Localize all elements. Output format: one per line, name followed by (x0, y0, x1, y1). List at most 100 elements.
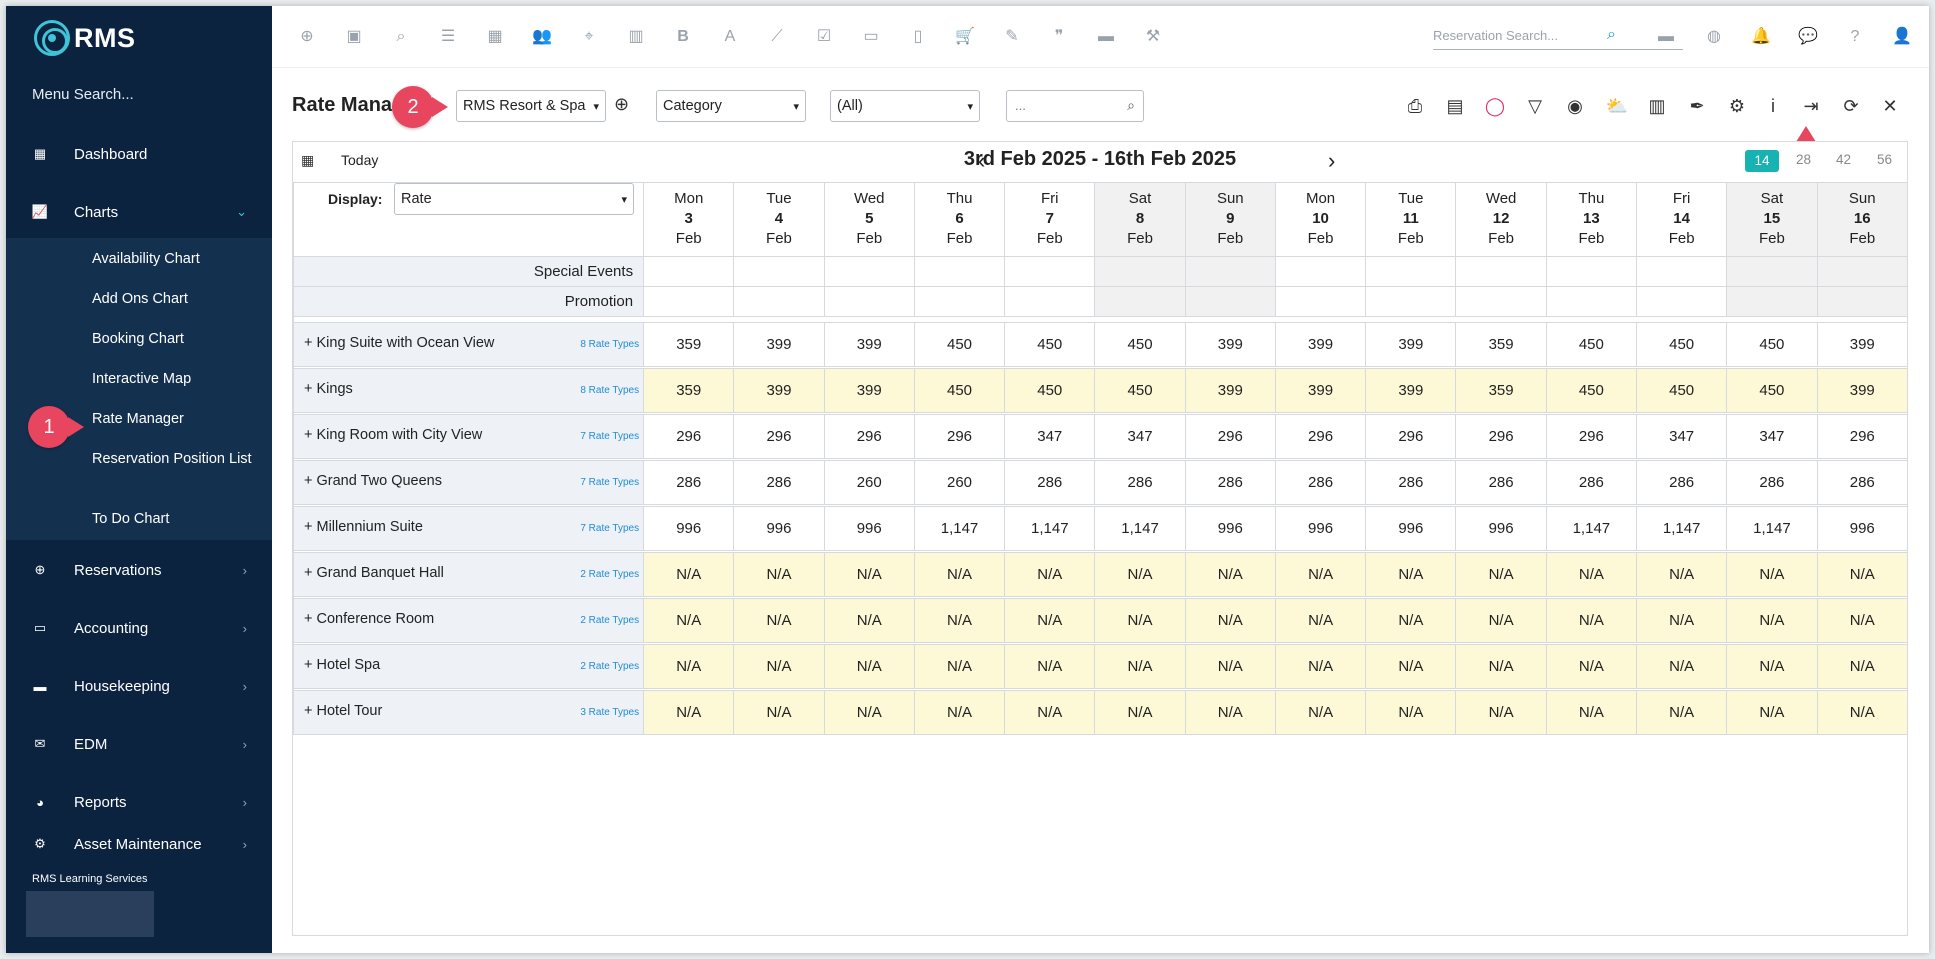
meta-cell[interactable] (1184, 256, 1276, 287)
rate-cell[interactable]: 286 (1635, 460, 1728, 505)
rate-cell[interactable]: N/A (1365, 552, 1457, 597)
grid-search-input[interactable]: ... ⌕ (1006, 90, 1144, 122)
rate-cell[interactable]: N/A (1274, 552, 1367, 597)
sidebar-item-edm[interactable]: ✉ EDM › (6, 724, 272, 764)
room-category-label[interactable]: + King Room with City View 7 Rate Types (292, 414, 645, 459)
rate-types-link[interactable]: 8 Rate Types (580, 339, 639, 350)
rate-cell[interactable]: 286 (733, 460, 825, 505)
rate-cell[interactable]: N/A (1184, 598, 1276, 643)
rate-cell[interactable]: 1,147 (1094, 506, 1186, 551)
search-icon[interactable]: ⌕ (390, 26, 412, 48)
sliders-icon[interactable]: ☰ (437, 26, 459, 48)
rate-cell[interactable]: 1,147 (913, 506, 1006, 551)
rate-cell[interactable]: 286 (643, 460, 735, 505)
rate-cell[interactable]: 286 (1274, 460, 1367, 505)
rate-cell[interactable]: 347 (1635, 414, 1728, 459)
rate-cell[interactable]: 1,147 (1635, 506, 1728, 551)
rate-cell[interactable]: 996 (1274, 506, 1367, 551)
meta-cell[interactable] (1365, 256, 1457, 287)
rate-cell[interactable]: N/A (1094, 552, 1186, 597)
rate-cell[interactable]: 450 (1094, 368, 1186, 413)
meta-cell[interactable] (1816, 286, 1909, 317)
guest-icon[interactable]: ◉ (1563, 94, 1587, 118)
room-category-label[interactable]: + Kings 8 Rate Types (292, 368, 645, 413)
rate-cell[interactable]: 450 (1635, 322, 1728, 367)
meta-cell[interactable] (1455, 286, 1547, 317)
guests-icon[interactable]: 👥 (531, 26, 553, 48)
rate-cell[interactable]: N/A (1816, 552, 1909, 597)
rate-cell[interactable]: N/A (733, 552, 825, 597)
rate-cell[interactable]: 450 (1545, 368, 1638, 413)
category-select[interactable]: Category ▾ (656, 90, 806, 122)
rate-cell[interactable]: 399 (823, 368, 915, 413)
meta-cell[interactable] (1365, 286, 1457, 317)
chat-icon[interactable]: 💬 (1797, 26, 1819, 48)
submenu-to-do-chart[interactable]: To Do Chart (92, 511, 262, 528)
room-category-label[interactable]: + Conference Room 2 Rate Types (292, 598, 645, 643)
rate-cell[interactable]: 1,147 (1726, 506, 1818, 551)
meta-cell[interactable] (1816, 256, 1909, 287)
meta-cell[interactable] (1094, 286, 1186, 317)
rate-cell[interactable]: 450 (1004, 322, 1096, 367)
rate-cell[interactable]: N/A (1184, 552, 1276, 597)
rate-cell[interactable]: N/A (1455, 690, 1547, 735)
rate-cell[interactable]: N/A (1004, 598, 1096, 643)
rate-cell[interactable]: 399 (1816, 322, 1909, 367)
rate-cell[interactable]: N/A (823, 644, 915, 689)
day-column-header[interactable]: Sun 16 Feb (1816, 182, 1909, 257)
rate-cell[interactable]: 359 (643, 368, 735, 413)
rate-types-link[interactable]: 2 Rate Types (580, 569, 639, 580)
day-column-header[interactable]: Tue 4 Feb (733, 182, 825, 257)
grid-icon[interactable]: ▦ (484, 26, 506, 48)
rate-cell[interactable]: 450 (913, 322, 1006, 367)
rate-cell[interactable]: N/A (1816, 690, 1909, 735)
print-icon[interactable]: ⎙ (1403, 94, 1427, 118)
rate-cell[interactable]: 399 (823, 322, 915, 367)
expand-icon[interactable]: + (304, 565, 317, 581)
rate-cell[interactable]: 399 (1365, 322, 1457, 367)
menu-search[interactable]: Menu Search... (32, 86, 134, 103)
rate-cell[interactable]: N/A (1545, 690, 1638, 735)
rate-cell[interactable]: N/A (1004, 690, 1096, 735)
meta-cell[interactable] (913, 256, 1006, 287)
rate-cell[interactable]: 399 (733, 368, 825, 413)
expand-icon[interactable]: + (304, 657, 317, 673)
search-icon[interactable]: ⌕ (1607, 26, 1616, 44)
rate-cell[interactable]: 296 (1816, 414, 1909, 459)
meta-cell[interactable] (823, 286, 915, 317)
rate-cell[interactable]: N/A (1455, 644, 1547, 689)
info-icon[interactable]: i (1761, 94, 1785, 118)
day-column-header[interactable]: Mon 3 Feb (643, 182, 735, 257)
rate-cell[interactable]: 399 (1816, 368, 1909, 413)
submenu-rate-manager[interactable]: Rate Manager (92, 411, 262, 428)
submenu-add-ons-chart[interactable]: Add Ons Chart (92, 291, 262, 308)
rate-cell[interactable]: 286 (1726, 460, 1818, 505)
rate-cell[interactable]: 296 (733, 414, 825, 459)
document-icon[interactable]: ▯ (907, 26, 929, 48)
card-icon[interactable]: ▭ (860, 26, 882, 48)
day-column-header[interactable]: Sat 8 Feb (1094, 182, 1186, 257)
rate-cell[interactable]: 286 (1004, 460, 1096, 505)
rate-cell[interactable]: 296 (1274, 414, 1367, 459)
rate-cell[interactable]: N/A (1365, 598, 1457, 643)
meta-cell[interactable] (823, 256, 915, 287)
rate-cell[interactable]: 359 (1455, 322, 1547, 367)
rate-cell[interactable]: N/A (1455, 552, 1547, 597)
rate-cell[interactable]: 399 (1184, 368, 1276, 413)
meta-cell[interactable] (643, 286, 735, 317)
refresh-icon[interactable]: ⟳ (1839, 94, 1863, 118)
rate-cell[interactable]: 996 (1816, 506, 1909, 551)
submenu-booking-chart[interactable]: Booking Chart (92, 331, 262, 348)
weather-icon[interactable]: ⛅ (1605, 94, 1629, 118)
expand-icon[interactable]: + (304, 703, 317, 719)
day-column-header[interactable]: Wed 5 Feb (823, 182, 915, 257)
rate-cell[interactable]: 296 (1365, 414, 1457, 459)
rate-cell[interactable]: N/A (1816, 644, 1909, 689)
chevron-left-icon[interactable]: ‹ (978, 148, 985, 174)
rate-cell[interactable]: 296 (643, 414, 735, 459)
rate-cell[interactable]: 399 (1274, 368, 1367, 413)
rate-cell[interactable]: N/A (823, 690, 915, 735)
rate-cell[interactable]: 347 (1094, 414, 1186, 459)
sidebar-item-asset-maintenance[interactable]: ⚙ Asset Maintenance › (6, 832, 272, 856)
rate-cell[interactable]: N/A (1094, 690, 1186, 735)
